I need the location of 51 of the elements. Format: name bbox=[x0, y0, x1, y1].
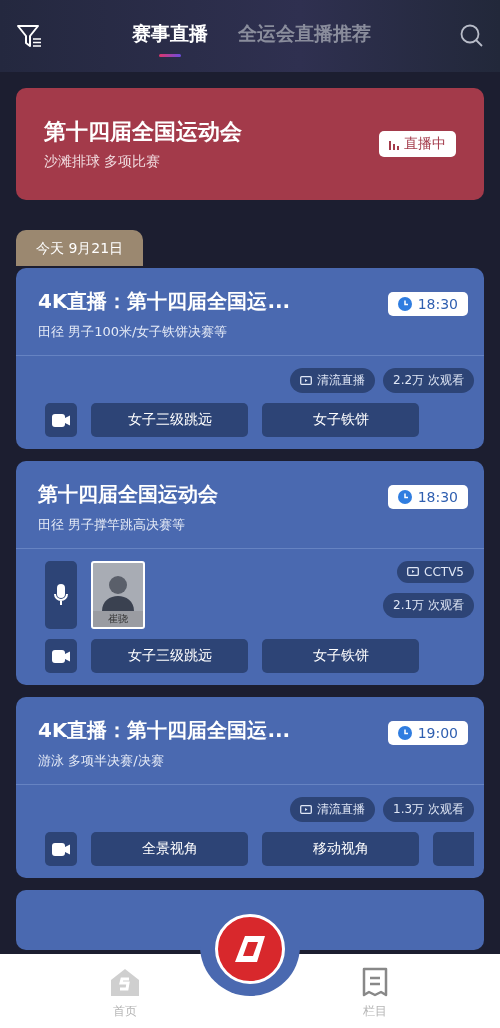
camera-angle-button[interactable]: 女子铁饼 bbox=[262, 403, 419, 437]
broadcast-title: 第十四届全国运动会 bbox=[38, 481, 218, 508]
filter-icon[interactable] bbox=[16, 23, 42, 49]
channel-name: 清流直播 bbox=[317, 372, 366, 389]
person-silhouette-icon bbox=[100, 573, 136, 611]
event-subtitle: 沙滩排球 多项比赛 bbox=[44, 153, 162, 171]
video-camera-icon bbox=[52, 649, 70, 663]
broadcast-card[interactable]: 4K直播：第十四届全国运... 田径 男子100米/女子铁饼决赛等 18:30 清流直播 2.2万 次观看 女子三级跳远 女子铁饼 bbox=[16, 268, 484, 449]
time-text: 19:00 bbox=[417, 725, 458, 741]
clock-icon bbox=[397, 297, 412, 311]
camera-angle-button[interactable]: 女子三级跳远 bbox=[91, 639, 248, 673]
broadcast-card[interactable]: 4K直播：第十四届全国运... 游泳 多项半决赛/决赛 19:00 清流直播 1.3万 次观看 全景视角 移动视角 bbox=[16, 697, 484, 878]
video-camera-icon bbox=[52, 413, 70, 427]
camera-angle-button[interactable]: 女子铁饼 bbox=[262, 639, 419, 673]
camera-angle-button[interactable]: 移动视角 bbox=[262, 832, 419, 866]
broadcast-subtitle: 田径 男子撑竿跳高决赛等 bbox=[38, 516, 187, 534]
views-chip: 2.2万 次观看 bbox=[383, 368, 474, 393]
badge-text: 直播中 bbox=[404, 135, 446, 153]
event-title: 第十四届全国运动会 bbox=[44, 118, 242, 146]
home-icon bbox=[110, 966, 140, 997]
nav-label: 首页 bbox=[113, 1002, 137, 1020]
broadcast-subtitle: 田径 男子100米/女子铁饼决赛等 bbox=[38, 323, 229, 341]
camera-angle-button[interactable]: 女子三级跳远 bbox=[91, 403, 248, 437]
list-icon bbox=[361, 966, 389, 997]
views-chip: 2.1万 次观看 bbox=[383, 593, 474, 618]
channel-name: 清流直播 bbox=[317, 801, 366, 818]
clock-icon bbox=[397, 490, 412, 504]
broadcast-subtitle: 游泳 多项半决赛/决赛 bbox=[38, 752, 165, 770]
nav-label: 栏目 bbox=[363, 1002, 387, 1020]
broadcast-card[interactable]: 第十四届全国运动会 田径 男子撑竿跳高决赛等 18:30 崔骁 CCTV5 2.1万 次观看 女子三级跳远 女子铁饼 bbox=[16, 461, 484, 685]
commentator-name: 崔骁 bbox=[93, 611, 143, 627]
clock-icon bbox=[397, 726, 412, 740]
screen-icon bbox=[300, 804, 313, 815]
broadcast-title: 4K直播：第十四届全国运... bbox=[38, 717, 291, 744]
screen-icon bbox=[407, 567, 420, 577]
screen-icon bbox=[300, 375, 313, 386]
tab[interactable]: 赛事直播 bbox=[131, 21, 208, 59]
tab[interactable]: 全运会直播推荐 bbox=[237, 21, 371, 59]
channel-name: CCTV5 bbox=[424, 565, 464, 579]
camera-angle-button[interactable]: 全景视角 bbox=[91, 832, 248, 866]
bars-icon bbox=[389, 138, 399, 150]
broadcast-title: 4K直播：第十四届全国运... bbox=[38, 288, 291, 315]
time-text: 18:30 bbox=[417, 489, 458, 505]
time-text: 18:30 bbox=[417, 296, 458, 312]
views-chip: 1.3万 次观看 bbox=[383, 797, 474, 822]
microphone-icon bbox=[54, 584, 68, 606]
center-logo-button[interactable] bbox=[215, 914, 285, 984]
logo-icon bbox=[233, 934, 267, 964]
search-icon[interactable] bbox=[460, 24, 484, 48]
event-banner[interactable]: 第十四届全国运动会 沙滩排球 多项比赛 直播中 bbox=[16, 88, 484, 200]
video-camera-icon bbox=[52, 842, 70, 856]
